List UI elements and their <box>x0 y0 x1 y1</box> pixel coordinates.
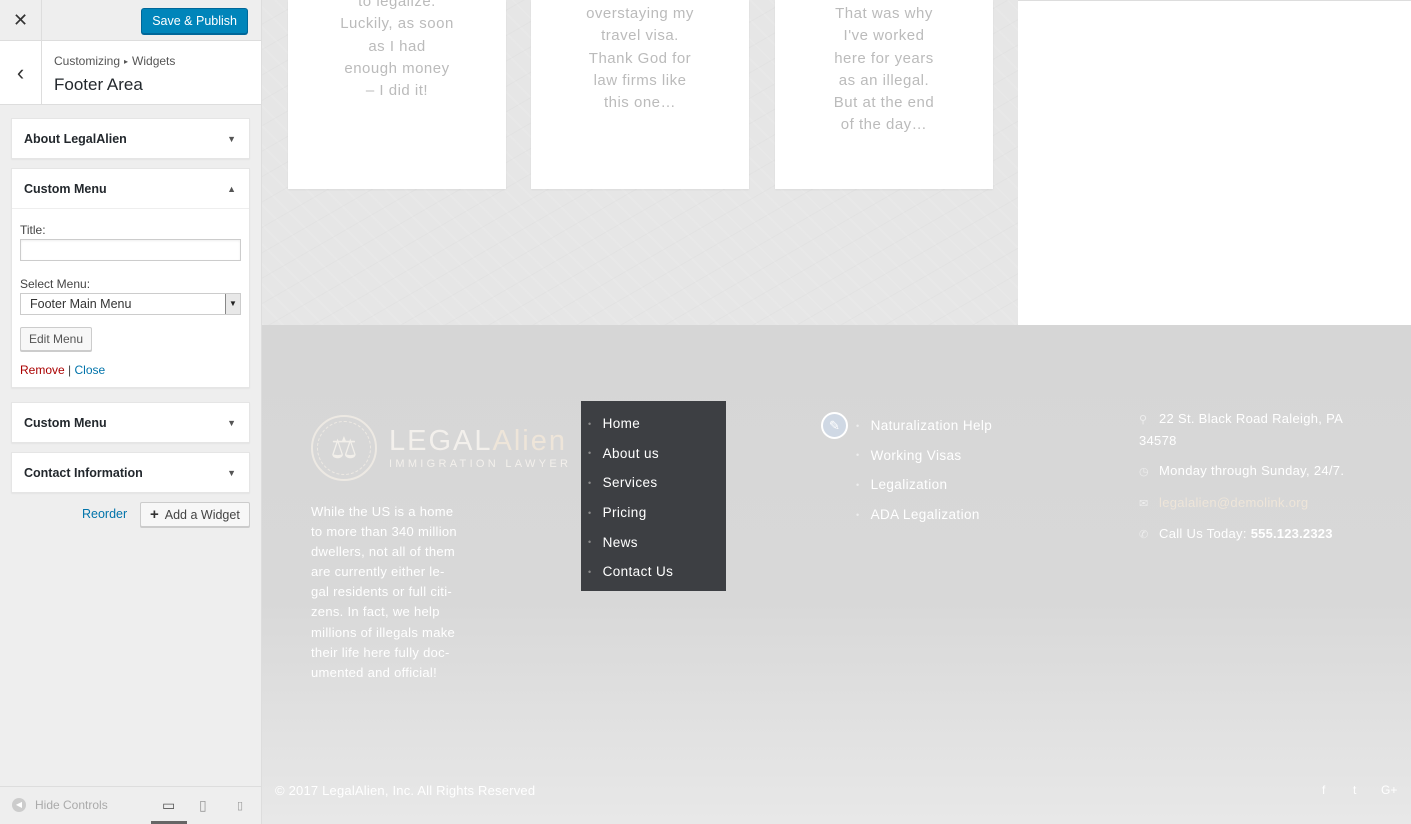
menu-item-contact-us[interactable]: • Contact Us <box>581 557 726 587</box>
link-ada-legalization[interactable]: • ADA Legalization <box>856 500 992 530</box>
testimonial-card: That was why I've worked here for years … <box>775 0 993 189</box>
testimonial-text: That was why I've worked here for years … <box>833 5 935 134</box>
bullet-icon: • <box>856 509 860 520</box>
contact-phone: ✆ Call Us Today: 555.123.2323 <box>1139 524 1354 546</box>
menu-item-home[interactable]: • Home <box>581 409 726 439</box>
map-pin-icon: ⚲ <box>1139 414 1148 426</box>
back-button[interactable]: ‹ <box>0 41 42 104</box>
section-header: ‹ Customizing ▸ Widgets Footer Area <box>0 41 261 105</box>
select-menu-dropdown[interactable]: Footer Main Menu ▼ <box>20 293 241 315</box>
bullet-icon: • <box>588 477 592 488</box>
contact-hours: ◷ Monday through Sunday, 24/7. <box>1139 461 1354 483</box>
chevron-left-icon: ‹ <box>16 59 25 85</box>
menu-item-news[interactable]: • News <box>581 527 726 557</box>
tablet-preview-icon[interactable]: ▯ <box>199 797 207 814</box>
collapse-arrow-icon: ◀ <box>12 798 26 812</box>
hide-controls-button[interactable]: ◀ Hide Controls <box>12 798 108 812</box>
widget-header[interactable]: Contact Information ▼ <box>12 453 249 492</box>
close-customizer-button[interactable]: ✕ <box>0 0 42 41</box>
testimonial-card: overstaying my travel visa. Thank God fo… <box>531 0 749 189</box>
select-menu-label: Select Menu: <box>20 277 91 291</box>
menu-item-about-us[interactable]: • About us <box>581 439 726 469</box>
bullet-icon: • <box>588 537 592 548</box>
email-link[interactable]: legalalien@demolink.org <box>1159 495 1308 510</box>
edit-menu-button[interactable]: Edit Menu <box>20 327 93 351</box>
caret-up-icon[interactable]: ▲ <box>227 184 236 194</box>
menu-item-services[interactable]: • Services <box>581 468 726 498</box>
contact-address: ⚲ 22 St. Black Road Raleigh, PA 34578 <box>1139 411 1343 448</box>
site-footer: ⚖ LEGALAlien IMMIGRATION LAWYER While th… <box>262 325 1411 824</box>
logo-wordmark: LEGALAlien <box>389 425 567 457</box>
contact-info: ⚲ 22 St. Black Road Raleigh, PA 34578 ◷ Mo… <box>1139 409 1354 556</box>
breadcrumb: Customizing ▸ Widgets <box>54 54 176 68</box>
widget-header[interactable]: About LegalAlien ▼ <box>12 119 249 158</box>
scales-icon: ⚖ <box>311 415 377 481</box>
caret-down-icon[interactable]: ▼ <box>227 134 236 144</box>
reorder-link[interactable]: Reorder <box>82 507 127 521</box>
title-input[interactable] <box>20 239 241 261</box>
testimonial-text: to legalize. Luckily, as soon as I had e… <box>340 0 454 100</box>
copyright-text: © 2017 LegalAlien, Inc. All Rights Reser… <box>275 783 536 798</box>
edit-shortcut-pencil-icon[interactable]: ✎ <box>821 412 848 439</box>
section-title: Footer Area <box>54 75 143 94</box>
facebook-icon[interactable]: f <box>1322 783 1325 797</box>
title-label: Title: <box>20 223 46 237</box>
link-separator: | <box>68 363 72 377</box>
close-icon: ✕ <box>12 10 29 30</box>
about-text: While the US is a home to more than 340 … <box>311 504 457 680</box>
bullet-icon: • <box>588 418 592 429</box>
site-preview: to legalize. Luckily, as soon as I had e… <box>262 0 1411 824</box>
widget-header[interactable]: Custom Menu ▲ <box>12 169 249 208</box>
logo-tagline: IMMIGRATION LAWYER <box>389 458 572 470</box>
customizer-header-actions: ✕ Save & Publish <box>0 0 261 41</box>
widget-custom-menu[interactable]: Custom Menu ▼ <box>11 402 250 443</box>
caret-down-icon[interactable]: ▼ <box>227 468 236 478</box>
testimonial-text: overstaying my travel visa. Thank God fo… <box>586 5 694 112</box>
site-logo[interactable]: ⚖ LEGALAlien IMMIGRATION LAWYER <box>311 415 571 481</box>
widget-about-legalalien[interactable]: About LegalAlien ▼ <box>11 118 250 159</box>
bullet-icon: • <box>588 566 592 577</box>
contact-email: ✉ legalalien@demolink.org <box>1139 493 1354 515</box>
dropdown-arrow-icon[interactable]: ▼ <box>225 294 240 314</box>
bullet-icon: • <box>588 507 592 518</box>
phone-icon: ✆ <box>1139 529 1149 541</box>
plus-icon: + <box>150 506 159 523</box>
envelope-icon: ✉ <box>1139 497 1149 510</box>
services-links: • Naturalization Help • Working Visas • Leg… <box>856 411 992 529</box>
clock-icon: ◷ <box>1139 466 1149 478</box>
bullet-icon: • <box>856 420 860 431</box>
save-publish-button[interactable]: Save & Publish <box>141 8 248 34</box>
widget-contact-information[interactable]: Contact Information ▼ <box>11 452 250 493</box>
add-widget-button[interactable]: + Add a Widget <box>140 502 250 527</box>
footer-menu-highlighted: • Home • About us • Services • Pricing • News… <box>581 401 726 591</box>
desktop-preview-icon[interactable]: ▭ <box>162 797 175 814</box>
twitter-icon[interactable]: t <box>1353 783 1356 797</box>
breadcrumb-separator-icon: ▸ <box>124 57 129 66</box>
mobile-preview-icon[interactable]: ▯ <box>237 799 243 812</box>
testimonial-card: to legalize. Luckily, as soon as I had e… <box>288 0 506 189</box>
widget-form: Title: Select Menu: Footer Main Menu ▼ Ed… <box>12 208 249 387</box>
caret-down-icon[interactable]: ▼ <box>227 418 236 428</box>
link-naturalization-help[interactable]: • Naturalization Help <box>856 411 992 441</box>
customizer-footer: ◀ Hide Controls ▭ ▯ ▯ <box>0 786 261 824</box>
phone-number[interactable]: 555.123.2323 <box>1251 526 1333 541</box>
close-link[interactable]: Close <box>75 363 106 377</box>
widget-custom-menu-expanded[interactable]: Custom Menu ▲ Title: Select Menu: Footer … <box>11 168 250 388</box>
link-working-visas[interactable]: • Working Visas <box>856 441 992 471</box>
bullet-icon: • <box>588 448 592 459</box>
remove-link[interactable]: Remove <box>20 363 65 377</box>
menu-item-pricing[interactable]: • Pricing <box>581 498 726 528</box>
bullet-icon: • <box>856 479 860 490</box>
testimonials-section: to legalize. Luckily, as soon as I had e… <box>262 0 1018 325</box>
blank-panel <box>1018 0 1411 325</box>
widget-header[interactable]: Custom Menu ▼ <box>12 403 249 442</box>
link-legalization[interactable]: • Legalization <box>856 470 992 500</box>
customizer-sidebar: ✕ Save & Publish ‹ Customizing ▸ Widgets F… <box>0 0 262 824</box>
bullet-icon: • <box>856 450 860 461</box>
google-plus-icon[interactable]: G+ <box>1381 783 1397 797</box>
